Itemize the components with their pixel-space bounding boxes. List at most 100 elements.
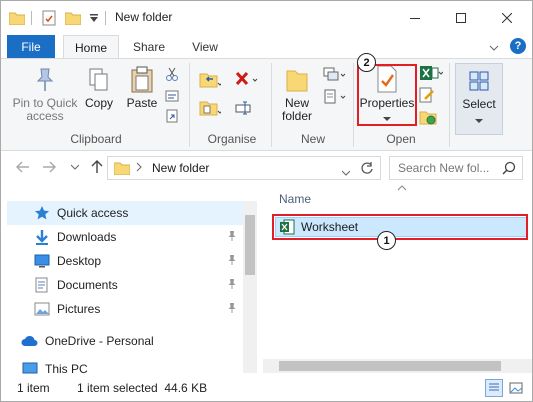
tab-share[interactable]: Share (125, 35, 173, 59)
nav-item-label: Pictures (57, 302, 101, 316)
download-icon (33, 229, 51, 245)
clipboard-group-label: Clipboard (70, 132, 122, 146)
new-item-icon[interactable] (323, 67, 347, 83)
edit-icon[interactable] (419, 87, 435, 103)
file-explorer-window: New folder File Home Share View ? Pin to… (0, 0, 533, 402)
customize-quick-access-icon[interactable] (89, 9, 99, 27)
back-arrow-icon (16, 161, 29, 173)
properties-highlight-box (357, 64, 417, 126)
nav-pane-scrollbar-thumb[interactable] (245, 215, 255, 275)
copy-icon (83, 65, 115, 95)
maximize-button[interactable] (438, 1, 484, 35)
item-count: 1 item (17, 381, 50, 395)
refresh-icon[interactable] (360, 161, 374, 178)
nav-item-documents[interactable]: Documents (7, 273, 243, 297)
organise-group-label: Organise (207, 132, 257, 146)
minimize-button[interactable] (392, 1, 438, 35)
nav-item-onedrive[interactable]: OneDrive - Personal (7, 329, 243, 353)
column-header-name[interactable]: Name (279, 192, 311, 206)
excel-open-icon[interactable] (419, 65, 443, 81)
nav-item-desktop[interactable]: Desktop (7, 249, 243, 273)
divider (449, 63, 450, 147)
back-button[interactable] (15, 159, 31, 175)
delete-icon[interactable] (235, 71, 259, 87)
title-bar: New folder (1, 1, 532, 35)
documents-icon (33, 277, 51, 293)
search-placeholder: Search New fol... (398, 161, 490, 175)
rename-icon[interactable] (235, 101, 255, 115)
nav-item-label: Quick access (57, 206, 129, 220)
pin-to-quick-access-button[interactable]: Pin to Quick access (9, 65, 81, 123)
large-icons-view-button[interactable] (507, 379, 525, 397)
nav-item-this-pc[interactable]: This PC (7, 357, 243, 375)
callout-badge-2: 2 (357, 53, 376, 72)
copy-button[interactable]: Copy (83, 65, 115, 110)
nav-item-quick-access[interactable]: Quick access (7, 201, 243, 225)
up-button[interactable] (89, 159, 105, 175)
minimize-icon (410, 18, 420, 19)
details-view-icon (489, 383, 499, 391)
tab-file[interactable]: File (7, 35, 55, 59)
sort-ascending-icon (397, 183, 407, 194)
pin-icon[interactable] (227, 302, 237, 317)
new-group-label: New (300, 132, 325, 146)
easy-access-icon[interactable] (323, 89, 347, 105)
divider (189, 63, 190, 147)
up-arrow-icon (91, 160, 103, 173)
chevron-down-icon (71, 164, 79, 170)
pin-icon[interactable] (227, 278, 237, 293)
divider (105, 11, 106, 25)
new-folder-button[interactable]: New folder (277, 65, 317, 123)
cut-icon[interactable] (165, 67, 179, 81)
address-row: New folder Search New fol... (1, 151, 532, 185)
select-grid-icon (456, 66, 502, 96)
new-folder-label: New folder (282, 96, 313, 123)
file-list-scrollbar-thumb[interactable] (279, 361, 501, 371)
worksheet-highlight-box (272, 214, 528, 240)
close-button[interactable] (484, 1, 530, 35)
paste-shortcut-icon[interactable] (165, 109, 179, 123)
tab-home[interactable]: Home (63, 35, 119, 59)
select-label: Select (462, 97, 496, 111)
desktop-icon (33, 253, 51, 269)
address-bar[interactable]: New folder (107, 156, 381, 180)
paste-icon (123, 65, 161, 95)
window-title: New folder (115, 10, 173, 24)
details-view-button[interactable] (485, 379, 503, 397)
pin-icon[interactable] (227, 254, 237, 269)
paste-button[interactable]: Paste (123, 65, 161, 110)
pin-icon (9, 65, 81, 95)
chevron-down-icon[interactable] (489, 41, 499, 55)
ribbon-tab-bar: File Home Share View ? (1, 35, 532, 59)
history-icon[interactable] (419, 109, 437, 125)
select-button[interactable]: Select (455, 63, 503, 135)
copy-path-icon[interactable] (165, 89, 179, 103)
forward-button[interactable] (41, 159, 57, 175)
star-icon (33, 205, 51, 221)
divider (271, 63, 272, 147)
move-to-icon[interactable] (199, 71, 221, 89)
selection-info: 1 item selected 44.6 KB (77, 381, 208, 395)
folder-icon (113, 161, 131, 178)
properties-quick-icon[interactable] (41, 9, 57, 27)
new-folder-icon (277, 65, 317, 95)
search-input[interactable]: Search New fol... (389, 156, 523, 180)
paste-label: Paste (126, 96, 158, 110)
nav-item-pictures[interactable]: Pictures (7, 297, 243, 321)
help-icon[interactable]: ? (510, 38, 526, 54)
navigation-pane: Quick access Downloads Desktop Documents (1, 185, 257, 375)
pin-icon[interactable] (227, 230, 237, 245)
copy-to-icon[interactable] (199, 99, 221, 117)
search-icon[interactable] (502, 161, 516, 178)
new-folder-quick-icon[interactable] (65, 9, 81, 27)
recent-locations-button[interactable] (67, 159, 83, 175)
nav-item-downloads[interactable]: Downloads (7, 225, 243, 249)
ribbon: Pin to Quick access Copy Paste Clipboard (1, 58, 532, 151)
chevron-right-icon[interactable] (136, 161, 142, 176)
forward-arrow-icon (43, 161, 56, 173)
tab-view[interactable]: View (181, 35, 229, 59)
large-icons-view-icon (509, 382, 523, 394)
pc-icon (21, 361, 39, 375)
breadcrumb-current[interactable]: New folder (152, 161, 209, 175)
address-dropdown-icon[interactable] (341, 165, 351, 179)
